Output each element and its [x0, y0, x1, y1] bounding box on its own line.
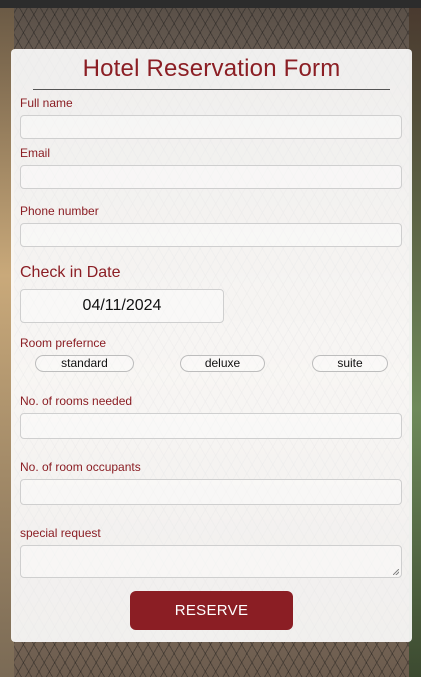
- occupants-input[interactable]: [20, 479, 402, 505]
- form-title: Hotel Reservation Form: [82, 55, 341, 82]
- email-input[interactable]: [20, 165, 402, 189]
- reservation-form-card: Hotel Reservation Form Full name Email P…: [11, 49, 412, 642]
- checkin-label: Check in Date: [20, 264, 121, 281]
- resize-grip-icon[interactable]: [393, 569, 399, 575]
- rooms-needed-input[interactable]: [20, 413, 402, 439]
- email-label: Email: [20, 146, 51, 160]
- full-name-input[interactable]: [20, 115, 402, 139]
- phone-input[interactable]: [20, 223, 402, 247]
- room-preference-label: Room prefernce: [20, 336, 107, 350]
- rooms-needed-label: No. of rooms needed: [20, 394, 133, 408]
- special-request-textarea[interactable]: [20, 545, 402, 578]
- reserve-button[interactable]: RESERVE: [130, 591, 293, 630]
- title-divider: [33, 89, 390, 90]
- browser-top-bar: [0, 0, 421, 8]
- occupants-label: No. of room occupants: [20, 460, 141, 474]
- room-option-suite[interactable]: suite: [312, 355, 388, 372]
- phone-label: Phone number: [20, 204, 99, 218]
- special-request-label: special request: [20, 526, 101, 540]
- checkin-date-input[interactable]: 04/11/2024: [20, 289, 224, 323]
- full-name-label: Full name: [20, 96, 73, 110]
- room-option-standard[interactable]: standard: [35, 355, 134, 372]
- room-option-deluxe[interactable]: deluxe: [180, 355, 265, 372]
